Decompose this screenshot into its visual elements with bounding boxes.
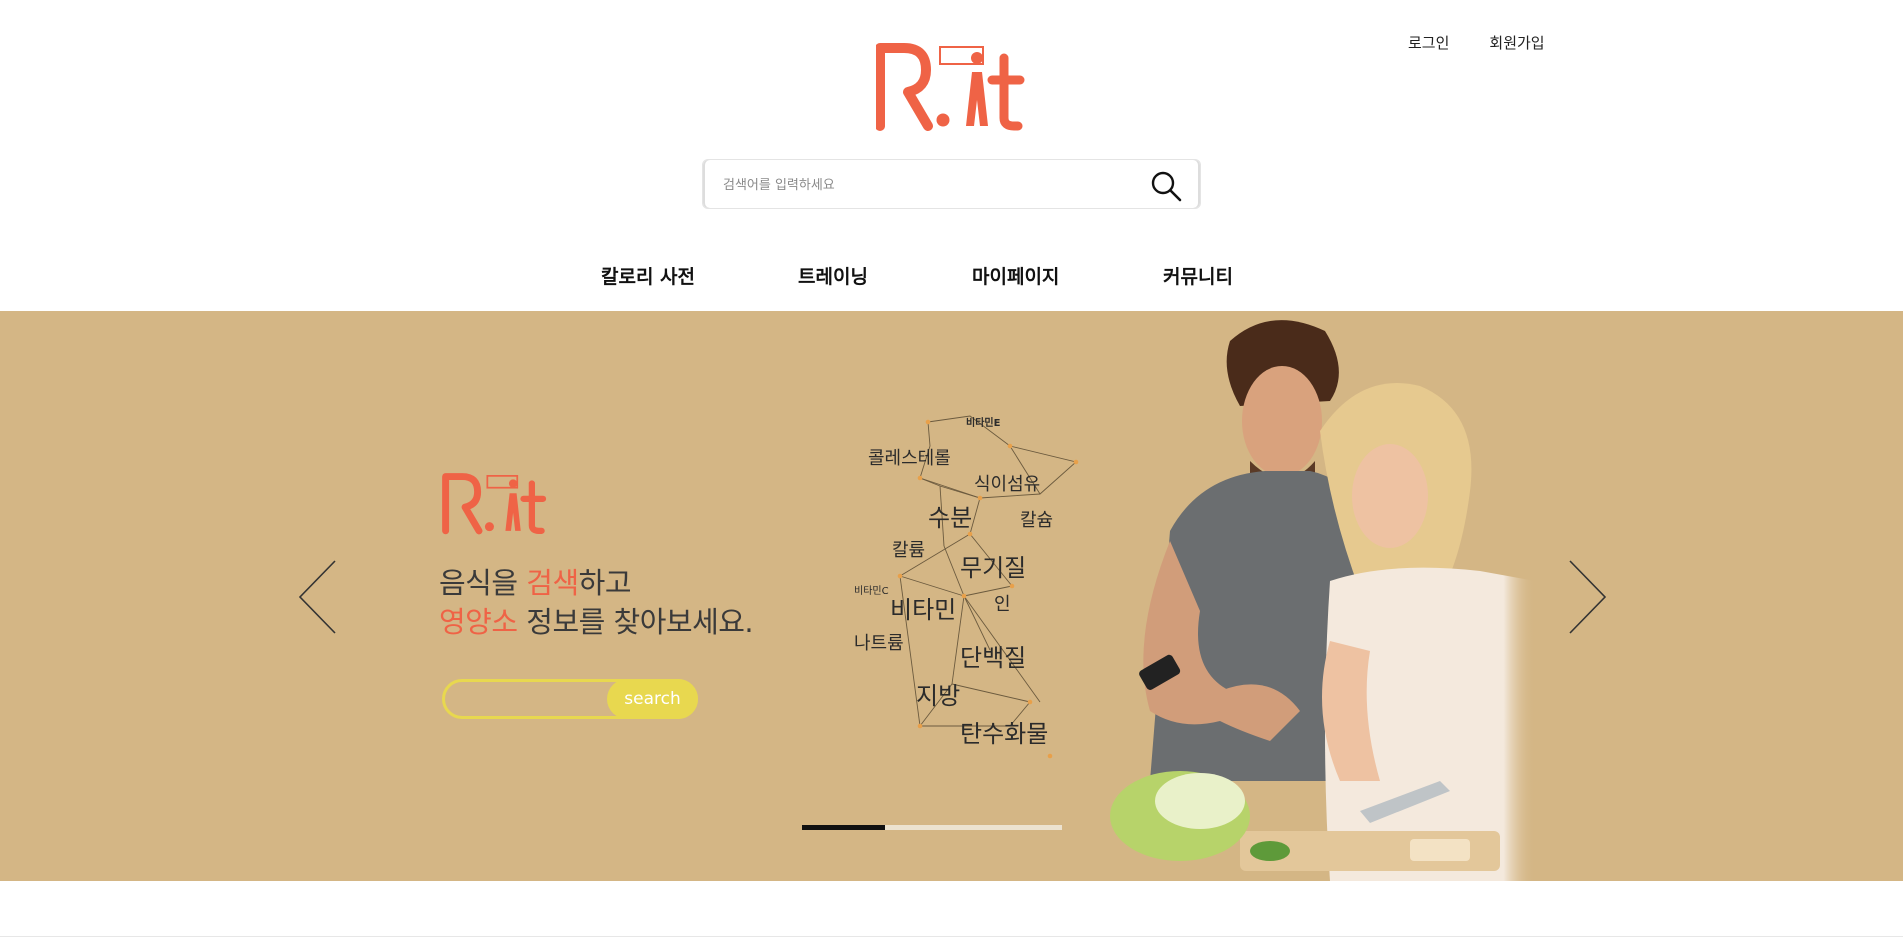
hero-search-input[interactable]: [455, 682, 609, 718]
chevron-left-icon[interactable]: [297, 559, 339, 635]
main-nav: 칼로리 사전 트레이닝 마이페이지 커뮤니티: [0, 262, 1903, 288]
slide-progress-bar: [802, 825, 1062, 830]
hero-title: 음식을 검색하고 영양소 정보를 찾아보세요.: [439, 564, 899, 642]
nav-item-mypage[interactable]: 마이페이지: [972, 262, 1059, 289]
login-link[interactable]: 로그인: [1408, 32, 1449, 53]
hero-search-bar: search: [442, 679, 698, 719]
signup-link[interactable]: 회원가입: [1489, 32, 1544, 53]
logo[interactable]: [876, 40, 1026, 132]
hero-search-button[interactable]: search: [607, 679, 698, 719]
search-input[interactable]: [721, 160, 1125, 210]
nutrient-label: 비타민: [890, 596, 956, 624]
chevron-right-icon[interactable]: [1566, 559, 1608, 635]
nutrient-label: 비타민C: [854, 585, 889, 597]
hero-title-line1: 음식을 검색하고: [439, 566, 632, 600]
nutrient-label: 인: [994, 594, 1011, 615]
nav-item-training[interactable]: 트레이닝: [798, 262, 868, 289]
nutrient-label: 무기질: [960, 554, 1026, 582]
nav-item-community[interactable]: 커뮤니티: [1163, 262, 1233, 289]
slide-progress-fill: [802, 825, 886, 830]
nutrient-label: 수분: [928, 504, 972, 532]
nutrient-label: 콜레스테롤: [868, 448, 951, 469]
nav-item-calorie-dictionary[interactable]: 칼로리 사전: [601, 262, 695, 289]
nutrient-label: 나트륨: [854, 633, 904, 654]
hero-title-line2: 영양소 정보를 찾아보세요.: [439, 605, 754, 639]
nutrient-label: 칼륨: [892, 540, 925, 561]
nutrient-label: 단백질: [960, 644, 1026, 672]
hero-banner: 음식을 검색하고 영양소 정보를 찾아보세요. search 비타민E 콜레스테…: [0, 311, 1903, 881]
nutrient-label: 비타민E: [966, 416, 1001, 429]
nutrient-label: 지방: [916, 682, 960, 710]
couple-cooking-image: [1110, 320, 1535, 881]
search-bar: [702, 159, 1201, 210]
top-links: 로그인 회원가입: [1408, 32, 1545, 53]
hero-logo: [442, 473, 547, 535]
search-icon[interactable]: [1150, 170, 1182, 202]
